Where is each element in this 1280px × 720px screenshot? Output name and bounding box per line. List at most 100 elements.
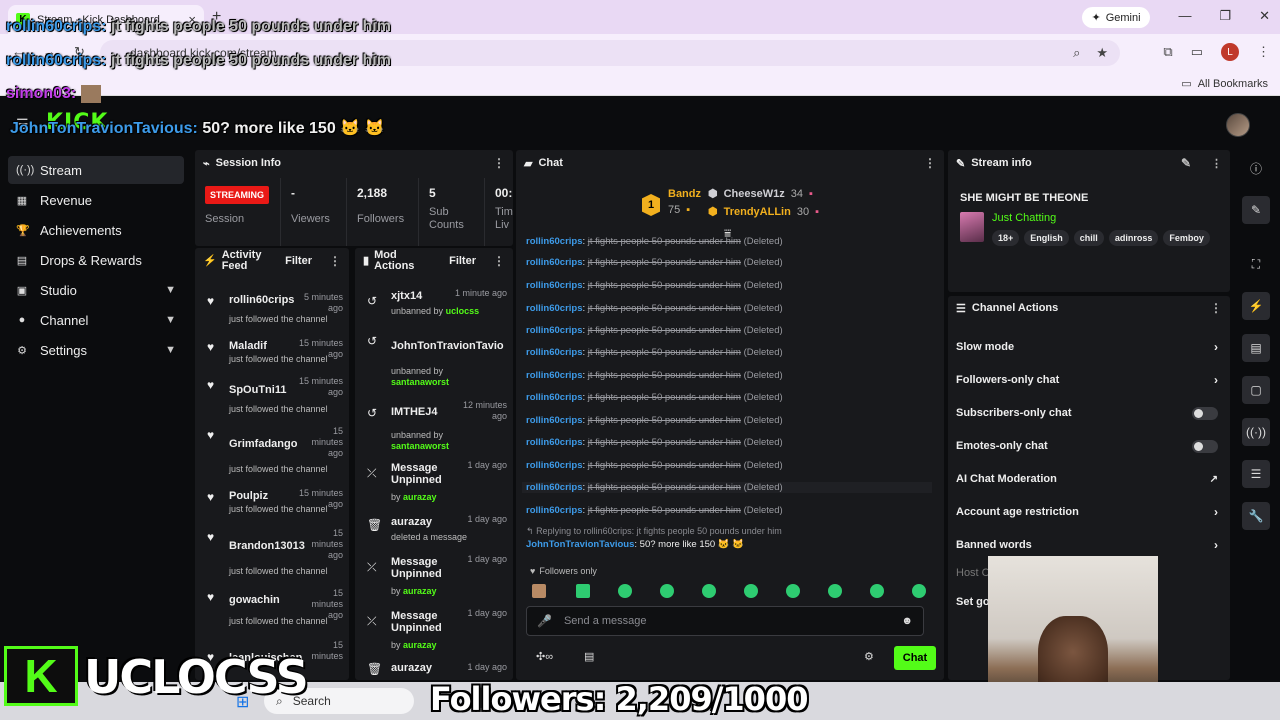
moderator-name[interactable]: aurazay: [403, 586, 437, 596]
sidebar-item-drops[interactable]: ▤ Drops & Rewards: [8, 246, 184, 274]
chat-username[interactable]: rollin60crips: [526, 325, 583, 336]
chat-username[interactable]: rollin60crips: [526, 236, 583, 247]
tag-chip[interactable]: 18+: [992, 230, 1020, 246]
filter-button[interactable]: Filter: [449, 255, 476, 267]
chat-username[interactable]: rollin60crips: [526, 392, 583, 403]
leaderboard-entry[interactable]: ⬢ CheeseW1z 34 ▪: [708, 187, 813, 201]
leaderboard-entry[interactable]: ⬢ TrendyALLin 30 ▪: [708, 205, 819, 219]
chat-settings-icon[interactable]: ⚙: [864, 650, 874, 663]
extensions-icon[interactable]: ⧉: [1163, 44, 1172, 60]
emote-icon[interactable]: [532, 584, 546, 598]
chat-username[interactable]: rollin60crips: [526, 280, 583, 291]
emote-icon[interactable]: [786, 584, 800, 598]
chat-username[interactable]: JohnTonTravionTavious: [526, 539, 634, 550]
chat-username[interactable]: rollin60crips: [526, 370, 583, 381]
chat-username[interactable]: rollin60crips: [526, 460, 583, 471]
slow-mode-row[interactable]: Slow mode ›: [956, 336, 1218, 358]
notes-icon[interactable]: ▤: [1242, 334, 1270, 362]
profile-avatar[interactable]: L: [1221, 43, 1239, 61]
chat-username[interactable]: rollin60crips: [526, 347, 583, 358]
moderator-name[interactable]: santanaworst: [391, 377, 449, 387]
layout-icon[interactable]: ☰: [1242, 460, 1270, 488]
emote-icon[interactable]: [744, 584, 758, 598]
mod-target-name[interactable]: xjtx14: [391, 290, 422, 302]
chat-username[interactable]: rollin60crips: [526, 415, 583, 426]
emotes-only-toggle[interactable]: [1192, 439, 1218, 453]
banned-words-row[interactable]: Banned words ›: [956, 534, 1218, 556]
more-options-icon[interactable]: ⋮: [1210, 301, 1222, 315]
gemini-button[interactable]: ✦ Gemini: [1082, 7, 1150, 28]
sidebar-item-achievements[interactable]: 🏆 Achievements: [8, 216, 184, 244]
mod-target-name[interactable]: JohnTonTravionTavio: [391, 340, 504, 352]
chat-username[interactable]: rollin60crips: [526, 482, 583, 493]
minimize-icon[interactable]: —: [1178, 8, 1191, 24]
chat-username[interactable]: rollin60crips: [526, 505, 583, 516]
sidebar-item-channel[interactable]: ● Channel ▼: [8, 306, 184, 334]
moderator-name[interactable]: aurazay: [403, 492, 437, 502]
mod-target-name[interactable]: IMTHEJ4: [391, 406, 437, 418]
follower-name[interactable]: rollin60crips: [229, 294, 294, 306]
follower-name[interactable]: Maladif: [229, 340, 267, 352]
mod-target-name[interactable]: aurazay: [391, 662, 432, 674]
more-options-icon[interactable]: ⋮: [493, 156, 505, 170]
subscribers-only-toggle[interactable]: [1192, 406, 1218, 420]
emote-icon[interactable]: [912, 584, 926, 598]
emote-icon[interactable]: [870, 584, 884, 598]
wrench-icon[interactable]: 🔧: [1242, 502, 1270, 530]
sidebar-item-settings[interactable]: ⚙ Settings ▼: [8, 336, 184, 364]
follower-name[interactable]: gowachin: [229, 594, 280, 606]
menu-dots-icon[interactable]: ⋮: [1257, 44, 1270, 60]
bookmark-star-icon[interactable]: ★: [1096, 45, 1108, 61]
emoji-picker-icon[interactable]: ☻: [901, 615, 913, 627]
store-icon[interactable]: ▤: [584, 650, 594, 663]
tag-chip[interactable]: English: [1024, 230, 1069, 246]
maximize-icon[interactable]: ❐: [1219, 8, 1231, 24]
emote-icon[interactable]: [828, 584, 842, 598]
chat-username[interactable]: rollin60crips: [526, 437, 583, 448]
account-age-row[interactable]: Account age restriction ›: [956, 501, 1218, 523]
followers-only-row[interactable]: Followers-only chat ›: [956, 369, 1218, 391]
follower-name[interactable]: Grimfadango: [229, 438, 297, 450]
quick-emotes-icon[interactable]: ✣∞: [536, 650, 553, 663]
all-bookmarks-button[interactable]: ▭ All Bookmarks: [1181, 77, 1268, 91]
leaderboard-entry[interactable]: Bandz: [668, 188, 701, 200]
stream-category[interactable]: Just Chatting: [992, 212, 1056, 224]
follower-name[interactable]: Brandon13013: [229, 540, 305, 552]
ai-moderation-row[interactable]: AI Chat Moderation ↗: [956, 468, 1218, 490]
filter-button[interactable]: Filter: [285, 255, 312, 267]
lightning-icon[interactable]: ⚡: [1242, 292, 1270, 320]
more-options-icon[interactable]: ⋮: [493, 255, 505, 267]
mod-target-name[interactable]: aurazay: [391, 516, 432, 528]
broadcast-icon[interactable]: ((·)): [1242, 418, 1270, 446]
fullscreen-icon[interactable]: ⛶: [1242, 250, 1270, 278]
zoom-icon[interactable]: ⌕: [1073, 45, 1080, 61]
chat-input[interactable]: 🎤 Send a message ☻: [526, 606, 924, 636]
chat-username[interactable]: rollin60crips: [526, 257, 583, 268]
close-window-icon[interactable]: ✕: [1259, 8, 1270, 24]
sidebar-item-revenue[interactable]: ▦ Revenue: [8, 186, 184, 214]
edit-icon[interactable]: ✎: [1181, 156, 1191, 170]
sidebar-item-stream[interactable]: ((·)) Stream: [8, 156, 184, 184]
send-chat-button[interactable]: Chat: [894, 646, 936, 670]
tag-chip[interactable]: adinross: [1108, 230, 1159, 246]
chat-username[interactable]: rollin60crips: [526, 303, 583, 314]
edit-stream-icon[interactable]: ✎: [1242, 196, 1270, 224]
emote-icon[interactable]: [618, 584, 632, 598]
chat-icon[interactable]: ▢: [1242, 376, 1270, 404]
cast-icon[interactable]: ▭: [1191, 44, 1203, 60]
sidebar-item-studio[interactable]: ▣ Studio ▼: [8, 276, 184, 304]
user-avatar[interactable]: [1226, 113, 1250, 137]
tag-chip[interactable]: chill: [1073, 230, 1104, 246]
more-options-icon[interactable]: ⋮: [329, 255, 341, 267]
moderator-name[interactable]: santanaworst: [391, 441, 449, 451]
tag-chip[interactable]: Femboy: [1163, 230, 1210, 246]
moderator-name[interactable]: aurazay: [403, 640, 437, 650]
emote-icon[interactable]: [576, 584, 590, 598]
microphone-icon[interactable]: 🎤: [537, 614, 552, 628]
follower-name[interactable]: SpOuTni11: [229, 384, 286, 396]
more-options-icon[interactable]: ⋮: [924, 156, 936, 170]
emote-icon[interactable]: [702, 584, 716, 598]
moderator-name[interactable]: uclocss: [446, 306, 480, 316]
more-options-icon[interactable]: ⋮: [1211, 157, 1222, 170]
emote-icon[interactable]: [660, 584, 674, 598]
